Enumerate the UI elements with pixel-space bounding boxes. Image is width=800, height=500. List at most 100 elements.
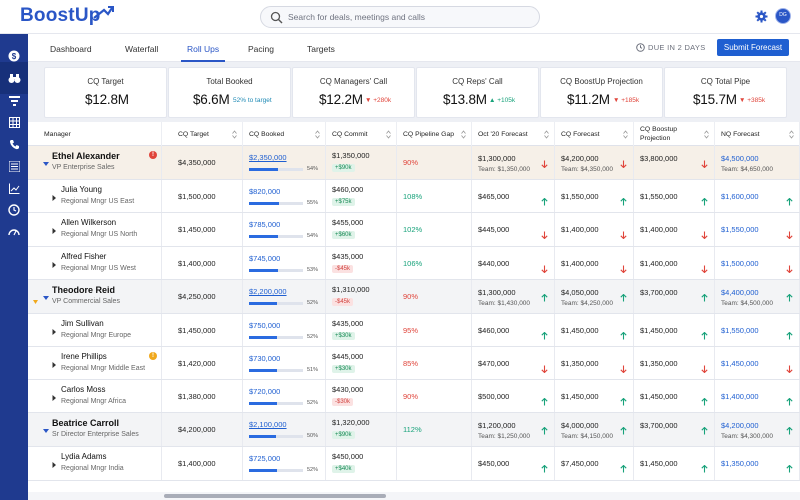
cq-forecast-value[interactable]: $1,350,000 (561, 359, 599, 368)
oct-forecast-value[interactable]: $450,000 (478, 459, 509, 468)
table-row[interactable]: Alfred Fisher Regional Mngr US West $1,400… (28, 247, 800, 280)
oct-forecast-value[interactable]: $1,300,000 (478, 288, 516, 297)
cq-booked-value[interactable]: $750,000 (249, 321, 280, 330)
manager-name[interactable]: Alfred Fisher (61, 252, 106, 261)
nq-forecast-value[interactable]: $4,400,000 (721, 288, 759, 297)
oct-forecast-value[interactable]: $465,000 (478, 192, 509, 201)
oct-forecast-value[interactable]: $460,000 (478, 326, 509, 335)
cq-boostup-projection-value[interactable]: $1,450,000 (640, 392, 678, 401)
collapse-caret-icon[interactable] (43, 421, 49, 433)
sidebar-item-reports[interactable] (6, 180, 22, 196)
cq-booked-value[interactable]: $745,000 (249, 254, 280, 263)
tab-waterfall[interactable]: Waterfall (125, 44, 158, 54)
sidebar-item-dashboard[interactable] (6, 224, 22, 240)
tab-pacing[interactable]: Pacing (248, 44, 274, 54)
alert-icon[interactable]: ! (149, 352, 157, 360)
oct-forecast-value[interactable]: $1,300,000 (478, 154, 516, 163)
expand-caret-icon[interactable] (51, 221, 57, 234)
global-search[interactable] (260, 6, 540, 28)
scrollbar-thumb[interactable] (164, 494, 386, 498)
sidebar-item-calls[interactable] (6, 136, 22, 152)
search-input[interactable] (288, 9, 528, 25)
manager-name[interactable]: Lydia Adams (61, 452, 107, 461)
tab-dashboard[interactable]: Dashboard (50, 44, 92, 54)
expand-caret-icon[interactable] (51, 455, 57, 468)
cq-booked-value[interactable]: $730,000 (249, 354, 280, 363)
nq-forecast-value[interactable]: $1,550,000 (721, 326, 759, 335)
sidebar-item-grid[interactable] (6, 114, 22, 130)
table-row-manager-group[interactable]: Beatrice Carroll Sr Director Enterprise S… (28, 413, 800, 447)
sidebar-item-filters[interactable] (6, 92, 22, 108)
cq-forecast-value[interactable]: $1,550,000 (561, 192, 599, 201)
table-row-manager-group[interactable]: Ethel Alexander VP Enterprise Sales! $4,35… (28, 146, 800, 180)
table-row[interactable]: Irene Phillips Regional Mngr Middle East!… (28, 347, 800, 380)
tab-roll-ups[interactable]: Roll Ups (187, 44, 219, 54)
table-row[interactable]: Lydia Adams Regional Mngr India $1,400,000… (28, 447, 800, 481)
cq-boostup-projection-value[interactable]: $3,700,000 (640, 288, 678, 297)
sidebar-item-activity[interactable] (6, 202, 22, 218)
cq-forecast-value[interactable]: $4,200,000 (561, 154, 599, 163)
cq-forecast-value[interactable]: $1,400,000 (561, 225, 599, 234)
column-header-oct-forecast[interactable]: Oct '20 Forecast (472, 122, 555, 146)
column-header-cq-forecast[interactable]: CQ Forecast (555, 122, 634, 146)
sidebar-item-deals[interactable]: $ (6, 48, 22, 64)
manager-name[interactable]: Julia Young (61, 185, 102, 194)
expand-caret-icon[interactable] (51, 388, 57, 401)
nq-forecast-value[interactable]: $1,550,000 (721, 225, 759, 234)
manager-name[interactable]: Jim Sullivan (61, 319, 104, 328)
sidebar-item-list[interactable] (6, 158, 22, 174)
cq-booked-value[interactable]: $820,000 (249, 187, 280, 196)
table-row-manager-group[interactable]: Theodore Reid VP Commercial Sales $4,250,0… (28, 280, 800, 314)
cq-boostup-projection-value[interactable]: $1,450,000 (640, 459, 678, 468)
nq-forecast-value[interactable]: $4,500,000 (721, 154, 759, 163)
manager-name[interactable]: Irene Phillips (61, 352, 107, 361)
column-header-cq-boostup-projection[interactable]: CQ Boostup Projection (634, 122, 715, 146)
cq-booked-value[interactable]: $720,000 (249, 387, 280, 396)
oct-forecast-value[interactable]: $440,000 (478, 259, 509, 268)
cq-boostup-projection-value[interactable]: $3,800,000 (640, 154, 678, 163)
sidebar-item-forecast[interactable] (0, 62, 28, 94)
cq-forecast-value[interactable]: $1,450,000 (561, 392, 599, 401)
nq-forecast-value[interactable]: $1,500,000 (721, 259, 759, 268)
cq-forecast-value[interactable]: $1,450,000 (561, 326, 599, 335)
cq-booked-value[interactable]: $725,000 (249, 454, 280, 463)
avatar[interactable]: DG (775, 8, 791, 24)
cq-boostup-projection-value[interactable]: $3,700,000 (640, 421, 678, 430)
alert-icon[interactable]: ! (149, 151, 157, 159)
cq-booked-value[interactable]: $2,350,000 (249, 153, 287, 162)
cq-booked-value[interactable]: $785,000 (249, 220, 280, 229)
gear-icon[interactable] (755, 10, 768, 23)
expand-caret-icon[interactable] (51, 188, 57, 201)
manager-name[interactable]: Beatrice Carroll (52, 418, 119, 428)
cq-forecast-value[interactable]: $4,000,000 (561, 421, 599, 430)
column-header-cq-booked[interactable]: CQ Booked (243, 122, 326, 146)
expand-caret-icon[interactable] (51, 322, 57, 335)
oct-forecast-value[interactable]: $445,000 (478, 225, 509, 234)
table-row[interactable]: Carlos Moss Regional Mngr Africa $1,380,00… (28, 380, 800, 413)
column-header-cq-pipeline-gap[interactable]: CQ Pipeline Gap (397, 122, 472, 146)
table-row[interactable]: Jim Sullivan Regional Mngr Europe $1,450,0… (28, 314, 800, 347)
manager-name[interactable]: Allen Wilkerson (61, 218, 116, 227)
collapse-caret-icon[interactable] (43, 154, 49, 166)
oct-forecast-value[interactable]: $470,000 (478, 359, 509, 368)
cq-booked-value[interactable]: $2,200,000 (249, 287, 287, 296)
submit-forecast-button[interactable]: Submit Forecast (717, 39, 789, 56)
table-row[interactable]: Julia Young Regional Mngr US East $1,500,0… (28, 180, 800, 213)
cq-booked-value[interactable]: $2,100,000 (249, 420, 287, 429)
tab-targets[interactable]: Targets (307, 44, 335, 54)
cq-forecast-value[interactable]: $4,050,000 (561, 288, 599, 297)
boostup-logo[interactable]: BoostUp (20, 5, 114, 27)
nq-forecast-value[interactable]: $4,200,000 (721, 421, 759, 430)
column-header-cq-target[interactable]: CQ Target (162, 122, 243, 146)
column-header-manager[interactable]: Manager (28, 122, 162, 146)
nq-forecast-value[interactable]: $1,450,000 (721, 359, 759, 368)
collapse-caret-icon[interactable] (43, 288, 49, 300)
oct-forecast-value[interactable]: $500,000 (478, 392, 509, 401)
expand-caret-icon[interactable] (51, 355, 57, 368)
oct-forecast-value[interactable]: $1,200,000 (478, 421, 516, 430)
horizontal-scrollbar[interactable] (28, 492, 800, 500)
cq-boostup-projection-value[interactable]: $1,400,000 (640, 259, 678, 268)
manager-name[interactable]: Ethel Alexander (52, 151, 120, 161)
cq-forecast-value[interactable]: $7,450,000 (561, 459, 599, 468)
table-row[interactable]: Allen Wilkerson Regional Mngr US North $1,… (28, 213, 800, 247)
